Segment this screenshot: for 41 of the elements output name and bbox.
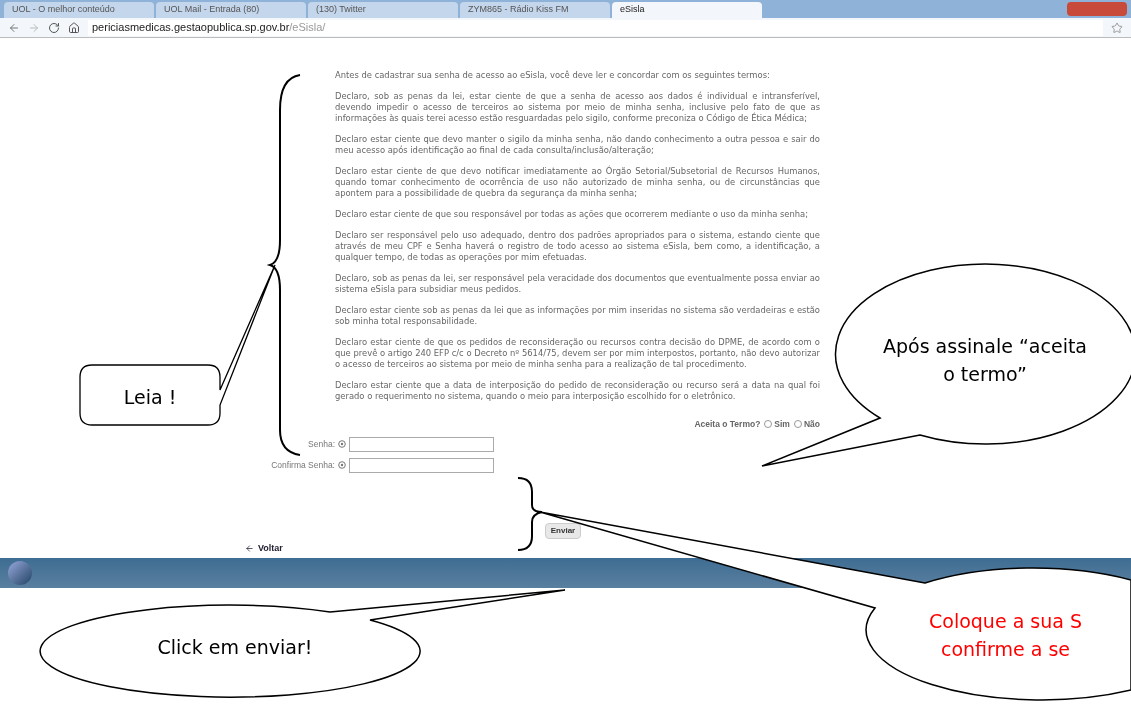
terms-paragraph: Declaro estar ciente que devo manter o sigilo da minha senha, não dando conhecimento a outra pessoa e sair do meu acesso após identificação ao final de cada consulta/inclusão/alteração; — [335, 134, 820, 156]
field-label: Senha: — [307, 437, 335, 451]
callout-text: Leia ! — [123, 385, 177, 410]
callout-text: confirme a se — [940, 637, 1071, 662]
browser-tab[interactable]: eSisla — [612, 2, 762, 18]
back-arrow-icon[interactable] — [245, 544, 254, 553]
back-link[interactable]: Voltar — [258, 541, 283, 556]
browser-tab[interactable]: UOL Mail - Entrada (80) — [156, 2, 306, 18]
callout-text: Coloque a sua S — [929, 609, 1082, 634]
help-icon[interactable] — [338, 461, 346, 470]
submit-button[interactable]: Enviar — [545, 522, 581, 539]
terms-paragraph: Antes de cadastrar sua senha de acesso ao eSisla, você deve ler e concordar com os seguintes termos: — [335, 70, 771, 81]
terms-paragraph: Declaro estar ciente de que sou responsável por todas as ações que ocorrerem mediante o uso da minha senha; — [335, 209, 810, 220]
accept-label: Aceita o Termo? — [694, 418, 761, 431]
radio-button[interactable] — [764, 420, 773, 429]
field-label: Confirma Senha: — [270, 458, 335, 472]
callout-text: o termo” — [943, 362, 1027, 387]
address-field[interactable]: periciasmedicas.gestaopublica.sp.gov.br/eSisla/ — [88, 19, 1103, 36]
terms-paragraph: Declaro, sob as penas da lei, ser responsável pela veracidade dos documentos que eventualmente possa enviar ao sistema eSisla para subsidiar meus pedidos. — [335, 273, 820, 295]
callout-text: Click em enviar! — [157, 635, 313, 660]
terms-paragraph: Declaro ser responsável pelo uso adequado, dentro dos padrões apropriados para o sistema, estando ciente que através de meu CPF e Senha haverá o registro de todo acesso ao sistema eSisla, bem como, a identificação, a qualquer tempo, de todas as operações por mim efetuadas. — [335, 230, 820, 263]
radio-label: Sim — [774, 418, 790, 431]
terms-paragraph: Declaro estar ciente que a data de interposição do pedido de reconsideração ou recurso será a data na qual foi gerado o requerimento no sistema, quando o meio para interposição escolhido for o eletrônico. — [335, 380, 820, 402]
star-icon[interactable] — [1111, 21, 1123, 34]
start-orb-icon[interactable] — [8, 561, 32, 586]
browser-tab[interactable]: UOL - O melhor conteúdo — [4, 2, 154, 18]
password-field[interactable] — [349, 436, 494, 452]
browser-tab[interactable]: (130) Twitter — [308, 2, 458, 18]
terms-paragraph: Declaro, sob as penas da lei, estar ciente de que a senha de acesso aos dados é individual e intransferível, devendo impedir o acesso de terceiros ao sistema por meio de minha senha, inclusive pelo fato de que as informações às quais terei acesso estão resguardadas pelo sigilo, conforme preconiza o Código de Ética Médica; — [335, 91, 820, 124]
terms-paragraph: Declaro estar ciente sob as penas da lei que as informações por mim inseridas no sistema são verdadeiras e estão sob minha total responsabilidade. — [335, 305, 820, 327]
terms-paragraph: Declaro estar ciente de que os pedidos de reconsideração ou recursos contra decisão do DPME, de acordo com o que prevê o artigo 240 EFP c/c o Decreto nº 5614/75, devem ser por mim interpostos, portanto, não devo autorizar o acesso de terceiros ao sistema por meio de minha senha para a realização de tal procedimento. — [335, 337, 820, 370]
help-icon[interactable] — [338, 440, 346, 449]
forward-arrow-icon[interactable] — [28, 21, 40, 34]
reload-icon[interactable] — [48, 21, 60, 34]
password-field[interactable] — [349, 457, 494, 473]
radio-button[interactable] — [793, 420, 802, 429]
home-icon[interactable] — [68, 21, 80, 34]
terms-paragraph: Declaro estar ciente de que devo notificar imediatamente ao Órgão Setorial/Subsetorial de Recursos Humanos, quando tomar conhecimento de ocorrência de uso não autorizado de minha senha, ou de circunstâncias que apontem para a possibilidade de quebra da segurança da minha senha; — [335, 166, 820, 199]
callout-text: Após assinale “aceita — [883, 334, 1087, 359]
browser-tab[interactable]: ZYM865 - Rádio Kiss FM — [460, 2, 610, 18]
radio-label: Não — [803, 418, 820, 431]
